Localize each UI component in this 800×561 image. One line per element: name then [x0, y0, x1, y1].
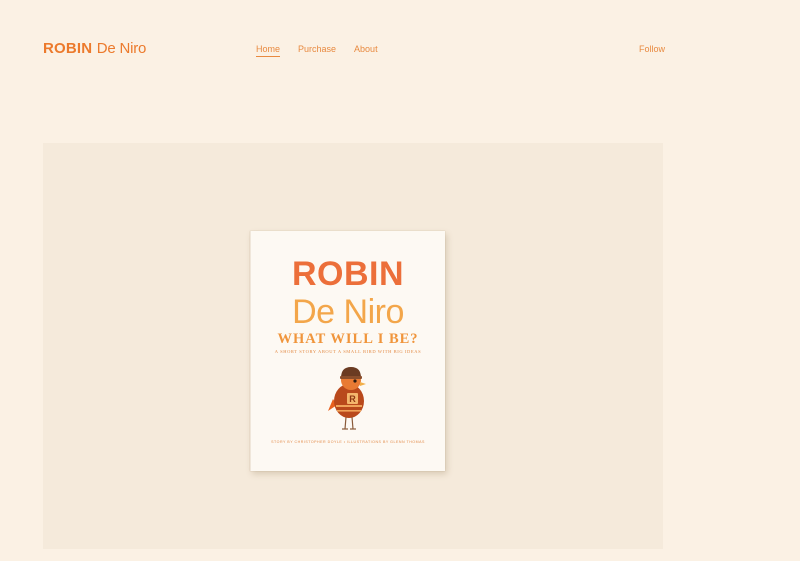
book-credits: STORY BY CHRISTOPHER DOYLE • ILLUSTRATIO… [271, 440, 425, 444]
book-title-line1: ROBIN [291, 255, 405, 293]
follow-link[interactable]: Follow [639, 44, 665, 54]
book-title-line2: De Niro [292, 293, 404, 331]
robin-bird-illustration: R [328, 367, 366, 430]
nav-home-link[interactable]: Home [256, 44, 281, 57]
main-nav: Home Purchase About [256, 44, 378, 57]
site-logo[interactable]: ROBIN De Niro [43, 40, 146, 57]
page: ROBIN De Niro Home Purchase About Follow… [0, 0, 800, 561]
logo-light-text: De Niro [96, 40, 147, 57]
book-cover: ROBIN De Niro WHAT WILL I BE? A SHORT ST… [250, 231, 445, 471]
nav-about-link[interactable]: About [354, 44, 378, 54]
svg-text:R: R [349, 394, 356, 404]
nav-purchase-link[interactable]: Purchase [298, 44, 336, 54]
hero-section: ROBIN De Niro WHAT WILL I BE? A SHORT ST… [43, 143, 663, 549]
book-subtitle: WHAT WILL I BE? [277, 331, 419, 347]
book-tagline: A SHORT STORY ABOUT A SMALL BIRD WITH BI… [274, 349, 422, 354]
logo-bold-text: ROBIN [43, 40, 93, 57]
